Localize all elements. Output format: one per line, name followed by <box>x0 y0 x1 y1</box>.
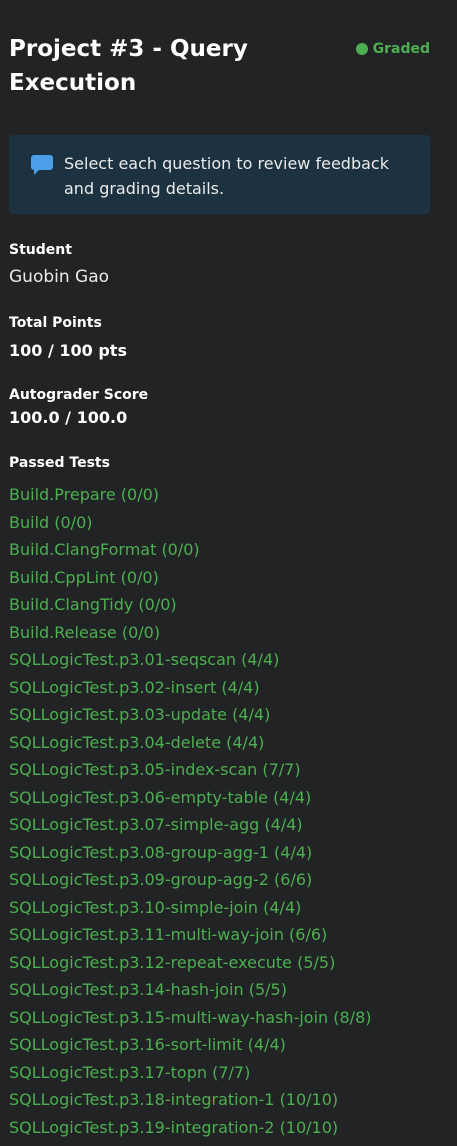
passed-test-item[interactable]: Build.Prepare (0/0) <box>9 481 371 509</box>
info-message-line-1: Select each question to review feedback <box>64 154 389 173</box>
passed-test-item[interactable]: SQLLogicTest.p3.18-integration-1 (10/10) <box>9 1086 371 1114</box>
passed-test-item[interactable]: Build.ClangTidy (0/0) <box>9 591 371 619</box>
passed-test-item[interactable]: SQLLogicTest.p3.16-sort-limit (4/4) <box>9 1031 371 1059</box>
passed-test-item[interactable]: SQLLogicTest.p3.04-delete (4/4) <box>9 729 371 757</box>
total-points-label: Total Points <box>9 315 102 331</box>
info-message: Select each question to review feedback … <box>64 151 414 201</box>
passed-tests-list: Build.Prepare (0/0) Build (0/0) Build.Clan… <box>9 481 371 1141</box>
passed-test-item[interactable]: SQLLogicTest.p3.03-update (4/4) <box>9 701 371 729</box>
passed-test-item[interactable]: SQLLogicTest.p3.10-simple-join (4/4) <box>9 894 371 922</box>
info-message-line-2: and grading details. <box>64 179 225 198</box>
passed-test-item[interactable]: Build.ClangFormat (0/0) <box>9 536 371 564</box>
page-header: Project #3 - Query Execution <box>9 32 309 100</box>
autograder-score-value: 100.0 / 100.0 <box>9 408 128 427</box>
passed-test-item[interactable]: SQLLogicTest.p3.15-multi-way-hash-join (… <box>9 1004 371 1032</box>
student-name: Guobin Gao <box>9 267 110 287</box>
status-badge: Graded <box>355 41 430 57</box>
page-title-line-1: Project #3 - Query <box>9 36 248 62</box>
passed-test-item[interactable]: Build.CppLint (0/0) <box>9 564 371 592</box>
submission-panel: Project #3 - Query Execution Graded Sele… <box>0 0 457 1146</box>
student-label: Student <box>9 242 72 258</box>
passed-test-item[interactable]: SQLLogicTest.p3.05-index-scan (7/7) <box>9 756 371 784</box>
status-label: Graded <box>372 41 430 57</box>
passed-test-item[interactable]: SQLLogicTest.p3.06-empty-table (4/4) <box>9 784 371 812</box>
passed-test-item[interactable]: SQLLogicTest.p3.08-group-agg-1 (4/4) <box>9 839 371 867</box>
passed-test-item[interactable]: SQLLogicTest.p3.11-multi-way-join (6/6) <box>9 921 371 949</box>
passed-test-item[interactable]: SQLLogicTest.p3.02-insert (4/4) <box>9 674 371 702</box>
passed-test-item[interactable]: SQLLogicTest.p3.14-hash-join (5/5) <box>9 976 371 1004</box>
chat-bubble-icon <box>31 155 53 175</box>
total-points-value: 100 / 100 pts <box>9 341 127 360</box>
passed-test-item[interactable]: Build (0/0) <box>9 509 371 537</box>
page-title: Project #3 - Query Execution <box>9 32 309 100</box>
passed-tests-label: Passed Tests <box>9 455 110 471</box>
passed-test-item[interactable]: Build.Release (0/0) <box>9 619 371 647</box>
page-title-line-2: Execution <box>9 70 137 96</box>
passed-test-item[interactable]: SQLLogicTest.p3.09-group-agg-2 (6/6) <box>9 866 371 894</box>
passed-test-item[interactable]: SQLLogicTest.p3.19-integration-2 (10/10) <box>9 1114 371 1142</box>
status-dot-icon <box>355 43 368 55</box>
passed-test-item[interactable]: SQLLogicTest.p3.12-repeat-execute (5/5) <box>9 949 371 977</box>
autograder-score-label: Autograder Score <box>9 387 149 403</box>
info-callout: Select each question to review feedback … <box>9 135 430 214</box>
passed-test-item[interactable]: SQLLogicTest.p3.07-simple-agg (4/4) <box>9 811 371 839</box>
passed-test-item[interactable]: SQLLogicTest.p3.17-topn (7/7) <box>9 1059 371 1087</box>
passed-test-item[interactable]: SQLLogicTest.p3.01-seqscan (4/4) <box>9 646 371 674</box>
